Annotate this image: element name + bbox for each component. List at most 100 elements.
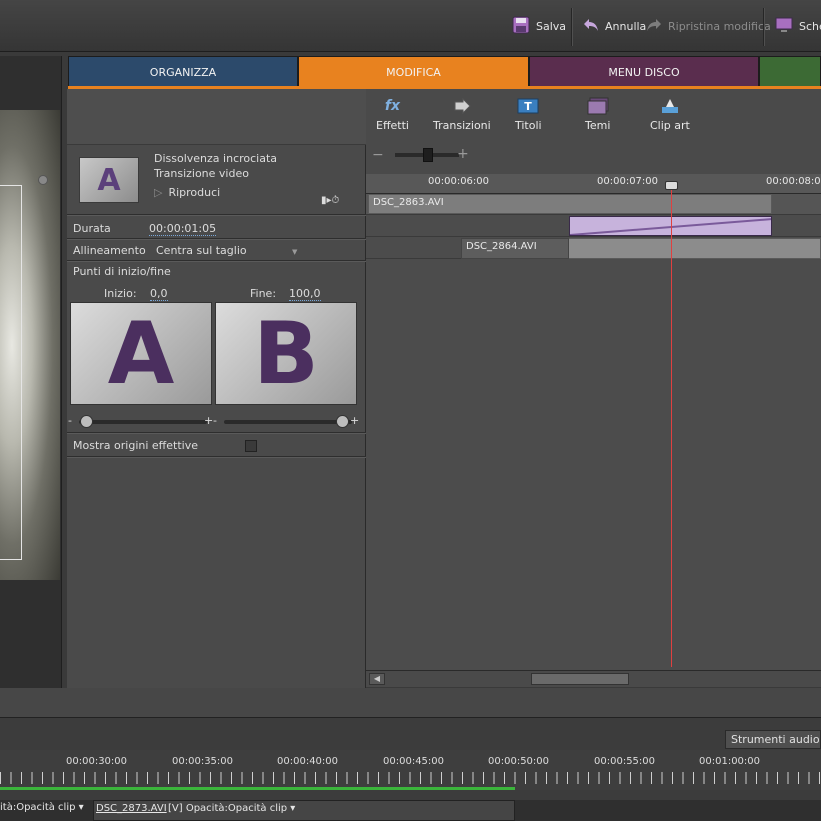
workspace-tabs: ORGANIZZA MODIFICA MENU DISCO [68,56,821,87]
alignment-label: Allineamento [73,244,146,257]
transition-type: Transizione video [154,167,249,180]
screen-label: Sche [799,19,821,33]
preview-handle[interactable] [38,175,48,185]
audio-tools-label: Strumenti audio [731,733,820,746]
divider [67,260,366,261]
play-label: Riproduci [168,186,221,199]
start-end-label: Punti di inizio/fine [73,265,171,278]
tab-edit[interactable]: MODIFICA [298,56,529,87]
transition-title: Dissolvenza incrociata [154,152,278,165]
save-button[interactable]: Salva [512,14,566,38]
title-icon: T [517,97,539,115]
start-label: Inizio: [104,287,137,300]
lower-timeline-ruler[interactable]: 00:00:30:00 00:00:35:00 00:00:40:00 00:0… [0,750,821,790]
titles-button[interactable]: T Titoli [515,97,542,132]
clip-name: DSC_2873.AVI [96,803,167,814]
fx-icon: fx [384,98,401,114]
end-value[interactable]: 100,0 [289,287,321,301]
start-value[interactable]: 0,0 [150,287,168,301]
track-opacity-label[interactable]: ità:Opacità clip ▾ [0,802,84,813]
start-slider-knob[interactable] [80,415,93,428]
toolbar-divider [571,8,572,46]
lower-ruler-time: 00:00:40:00 [277,756,339,767]
redo-label: Ripristina modifica [668,19,771,33]
zoom-in-button[interactable]: + [457,146,469,162]
screen-button[interactable]: Sche [775,14,821,38]
divider [67,238,366,239]
alignment-select[interactable]: Centra sul taglio ▼ [156,244,301,260]
slider-minus: - [213,414,217,427]
clip-dsc2873[interactable]: DSC_2873.AVI [V] Opacità:Opacità clip ▾ [93,800,515,821]
lower-ruler-time: 00:00:45:00 [383,756,445,767]
toolbar-divider [763,8,764,46]
video-track: ità:Opacità clip ▾ DSC_2873.AVI [V] Opac… [0,800,821,821]
divider [67,456,366,457]
redo-button[interactable]: Ripristina modifica [646,14,771,38]
show-sources-checkbox[interactable] [245,440,257,452]
duration-value[interactable]: 00:00:01:05 [149,222,217,236]
timeline-tracks: DSC_2863.AVI DSC_2864.AVI [366,194,821,670]
lower-toolbar [0,688,821,718]
transitions-label: Transizioni [433,119,491,132]
clipart-label: Clip art [650,119,690,132]
zoom-out-button[interactable]: − [372,147,384,163]
playhead-handle[interactable] [665,181,678,190]
ruler-ticks [0,772,821,784]
clip-dsc2864[interactable]: DSC_2864.AVI [461,238,569,259]
clipart-icon [659,97,681,115]
timer-icon[interactable]: ▮▸⏱ [321,195,339,206]
end-label: Fine: [250,287,277,300]
playhead[interactable] [671,181,672,667]
lower-ruler-time: 00:01:00:00 [699,756,761,767]
divider [67,214,366,215]
effects-label: Effetti [376,119,409,132]
titles-label: Titoli [515,119,542,132]
svg-text:T: T [525,100,533,113]
undo-icon [583,18,599,35]
ruler-time: 00:00:07:00 [597,176,659,187]
properties-panel: A Dissolvenza incrociata Transizione vid… [67,89,366,688]
tab-disc-menu[interactable]: MENU DISCO [529,56,759,87]
ruler-time: 00:00:08:00 [766,176,821,187]
properties-header [67,89,366,145]
slider-minus: - [68,414,72,427]
undo-button[interactable]: Annulla [583,14,646,38]
effects-button[interactable]: fx Effetti [376,97,409,132]
save-label: Salva [536,19,567,33]
tab-organize[interactable]: ORGANIZZA [68,56,298,87]
slider-plus: + [204,414,214,427]
themes-label: Temi [585,119,611,132]
divider [67,432,366,433]
lower-ruler-time: 00:00:35:00 [172,756,234,767]
title-safe-frame [0,185,22,560]
tab-share[interactable] [759,56,821,87]
themes-button[interactable]: Temi [585,97,610,132]
alignment-value: Centra sul taglio [156,244,247,257]
end-slider-track[interactable] [224,420,352,424]
slider-plus: + [350,414,360,427]
ruler-time: 00:00:06:00 [428,176,490,187]
audio-tools-button[interactable]: Strumenti audio [725,730,821,749]
lower-ruler-time: 00:00:50:00 [488,756,550,767]
transition-arrow-icon [451,97,473,115]
zoom-slider-knob[interactable] [423,148,433,162]
work-area-bar[interactable] [0,787,515,790]
zoom-bar: − + [366,144,821,174]
timeline-scrollbar[interactable]: ◀ [366,670,821,687]
transitions-button[interactable]: Transizioni [433,97,491,132]
scroll-left-arrow[interactable]: ◀ [369,673,385,685]
preview-b: B [215,302,357,405]
clipart-button[interactable]: Clip art [650,97,690,132]
end-slider-knob[interactable] [336,415,349,428]
play-button[interactable]: ▷ Riproduci [154,186,220,199]
effects-toolbar: fx Effetti Transizioni T Titoli Temi Cli… [366,89,821,144]
start-slider-track[interactable] [79,420,207,424]
redo-icon [646,18,662,35]
clip-dsc2863[interactable]: DSC_2863.AVI [368,194,772,214]
scroll-thumb[interactable] [531,673,629,685]
play-icon: ▷ [154,186,163,199]
top-toolbar: Salva Annulla Ripristina modifica Sche [0,0,821,52]
lower-ruler-time: 00:00:55:00 [594,756,656,767]
clip-opacity-label[interactable]: [V] Opacità:Opacità clip ▾ [168,803,295,814]
timeline-ruler[interactable]: 00:00:06:00 00:00:07:00 00:00:08:00 [366,174,821,194]
